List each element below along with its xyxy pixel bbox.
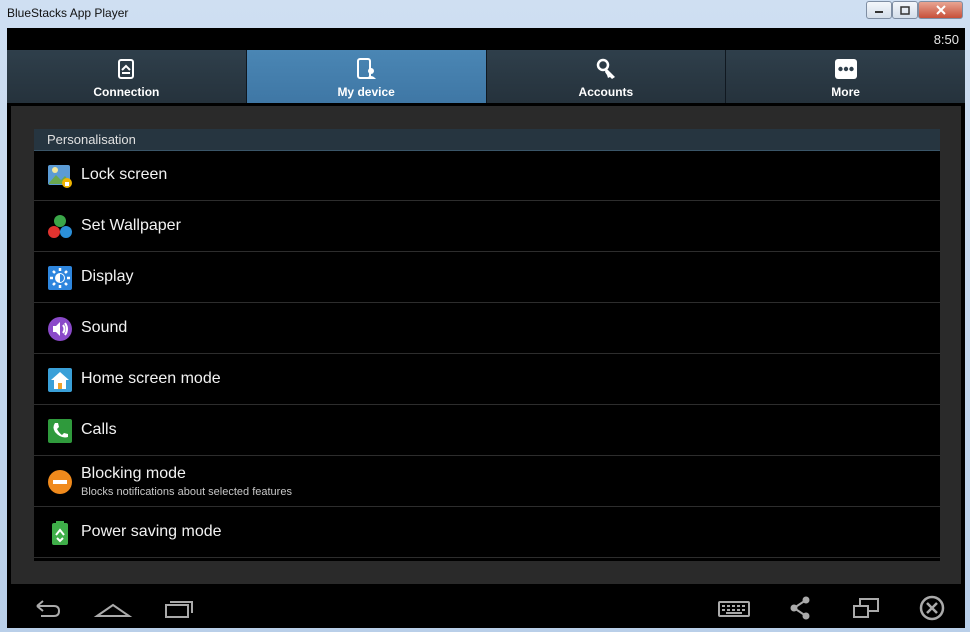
minimize-icon	[875, 11, 883, 13]
tab-connection[interactable]: Connection	[7, 50, 247, 103]
list-item-home-screen-mode[interactable]: Home screen mode	[34, 355, 940, 405]
close-icon	[935, 5, 946, 15]
list-item-blocking-mode[interactable]: Blocking mode Blocks notifications about…	[34, 457, 940, 507]
item-label: Lock screen	[81, 166, 168, 183]
window-title: BlueStacks App Player	[7, 6, 129, 20]
list-item-display[interactable]: Display	[34, 253, 940, 303]
sound-icon	[48, 317, 72, 341]
list-item-calls[interactable]: Calls	[34, 406, 940, 456]
tab-accounts[interactable]: Accounts	[486, 50, 727, 103]
recent-apps-button[interactable]	[159, 592, 199, 624]
multi-window-icon	[853, 598, 879, 618]
lock-screen-icon	[48, 165, 72, 188]
android-screen: 8:50 Connection My device Accounts More …	[7, 28, 965, 628]
close-app-button[interactable]	[912, 592, 952, 624]
home-screen-mode-icon	[48, 368, 72, 392]
home-button[interactable]	[93, 592, 133, 624]
item-label: Display	[81, 268, 134, 285]
item-label: Set Wallpaper	[81, 217, 181, 234]
tab-label: Connection	[93, 85, 160, 99]
maximize-icon	[900, 5, 910, 15]
status-bar: 8:50	[7, 28, 965, 50]
item-description: Blocks notifications about selected feat…	[81, 486, 292, 498]
settings-content: Personalisation Lock screen Set Wallpape…	[11, 106, 961, 584]
item-label: Home screen mode	[81, 370, 221, 387]
power-saving-icon	[52, 521, 68, 545]
item-label: Sound	[81, 319, 128, 336]
window-controls	[866, 1, 963, 19]
settings-list: Lock screen Set Wallpaper Display Sound …	[34, 151, 940, 561]
back-button[interactable]	[27, 592, 67, 624]
tab-more[interactable]: More	[726, 50, 965, 103]
recent-apps-icon	[165, 601, 193, 618]
share-icon	[790, 596, 810, 620]
list-item-power-saving-mode[interactable]: Power saving mode	[34, 508, 940, 558]
settings-tabs: Connection My device Accounts More	[7, 50, 965, 103]
navigation-bar	[7, 588, 965, 628]
multi-window-button[interactable]	[846, 592, 886, 624]
back-icon	[36, 600, 61, 617]
more-icon	[834, 59, 857, 79]
close-circle-icon	[919, 595, 945, 621]
keyboard-icon	[718, 601, 750, 617]
section-title: Personalisation	[47, 132, 136, 147]
home-icon	[93, 603, 133, 617]
tab-label: More	[831, 85, 860, 99]
share-button[interactable]	[780, 592, 820, 624]
section-header: Personalisation	[34, 129, 940, 151]
status-clock: 8:50	[933, 32, 959, 47]
accounts-icon	[596, 58, 615, 79]
display-icon	[48, 266, 72, 290]
connection-icon	[118, 59, 135, 79]
minimize-button[interactable]	[866, 1, 892, 19]
list-item-set-wallpaper[interactable]: Set Wallpaper	[34, 202, 940, 252]
item-label: Calls	[81, 421, 117, 438]
close-window-button[interactable]	[918, 1, 963, 19]
wallpaper-icon	[48, 215, 72, 238]
blocking-mode-icon	[48, 470, 72, 494]
item-label: Power saving mode	[81, 523, 222, 540]
title-bar[interactable]: BlueStacks App Player	[0, 0, 970, 28]
calls-icon	[48, 419, 72, 443]
keyboard-button[interactable]	[714, 592, 754, 624]
list-item-sound[interactable]: Sound	[34, 304, 940, 354]
my-device-icon	[357, 58, 377, 79]
item-label: Blocking mode	[81, 465, 186, 482]
maximize-button[interactable]	[892, 1, 918, 19]
tab-my-device[interactable]: My device	[246, 50, 487, 103]
list-item-lock-screen[interactable]: Lock screen	[34, 151, 940, 201]
tab-label: My device	[337, 85, 395, 99]
tab-label: Accounts	[578, 85, 634, 99]
app-window: BlueStacks App Player 8:50 Connection My…	[0, 0, 970, 632]
